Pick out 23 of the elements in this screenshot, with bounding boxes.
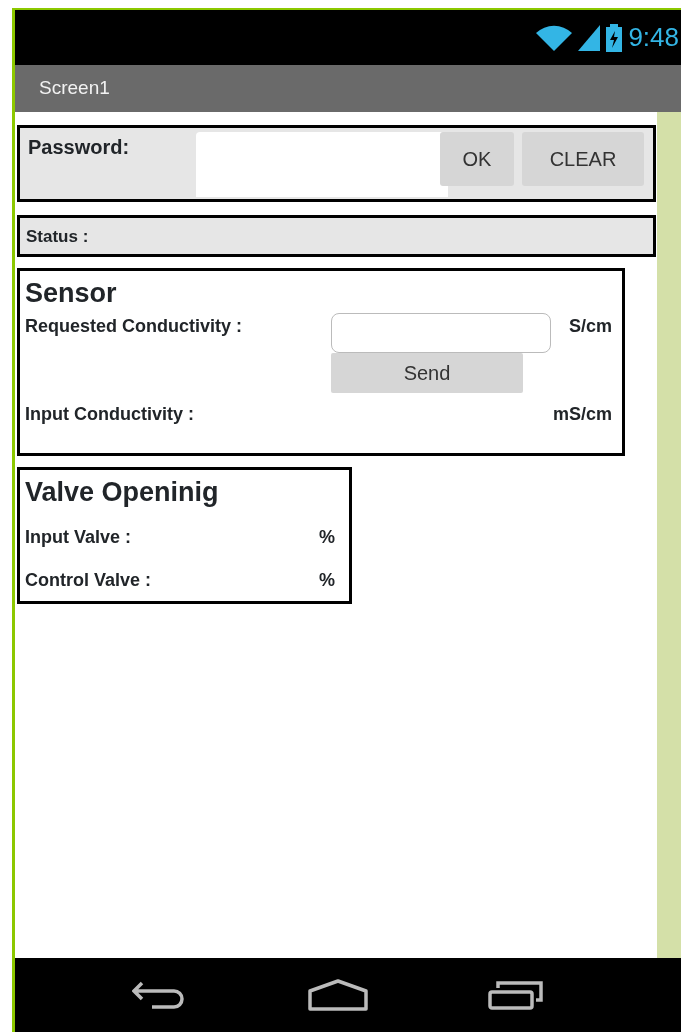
- field-label: Input Conductivity :: [25, 403, 194, 427]
- unit-label: mS/cm: [552, 403, 612, 427]
- recent-apps-icon[interactable]: [488, 980, 544, 1010]
- wifi-icon: [536, 24, 573, 51]
- section-title: Sensor: [25, 277, 118, 310]
- unit-label: %: [319, 526, 335, 550]
- clock-time: 9:48: [628, 21, 679, 54]
- field-label: Control Valve :: [25, 569, 152, 593]
- status-label: Status :: [26, 227, 89, 246]
- signal-icon: [578, 24, 601, 51]
- unit-label: S/cm: [568, 315, 612, 339]
- home-icon[interactable]: [308, 979, 368, 1011]
- field-label: Input Valve :: [25, 526, 132, 550]
- clear-button[interactable]: CLEAR: [522, 132, 644, 186]
- password-label: Password:: [28, 135, 131, 160]
- battery-icon: [606, 23, 623, 52]
- section-title: Valve Openinig: [25, 476, 220, 509]
- unit-label: %: [319, 569, 335, 593]
- send-button[interactable]: Send: [331, 353, 523, 394]
- password-field[interactable]: [196, 132, 448, 197]
- field-label: Requested Conductivity :: [25, 315, 244, 339]
- conductivity-field[interactable]: [331, 313, 551, 354]
- screen-title: Screen1: [39, 76, 110, 101]
